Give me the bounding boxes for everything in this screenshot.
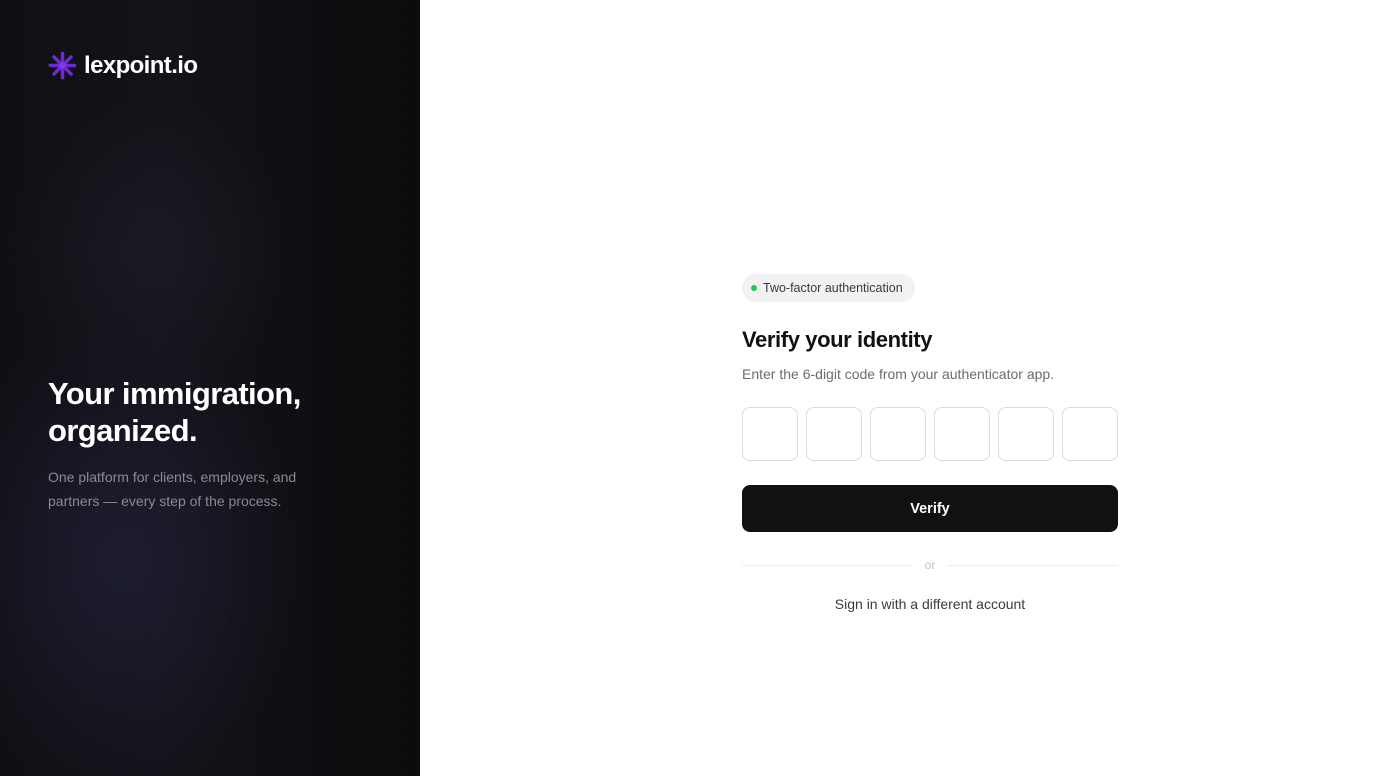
status-dot-icon [751, 285, 757, 291]
different-account-link[interactable]: Sign in with a different account [742, 596, 1118, 612]
page-title: Verify your identity [742, 327, 933, 352]
code-digit-2[interactable] [806, 407, 862, 461]
asterisk-logo-icon [48, 51, 77, 80]
code-digit-5[interactable] [998, 407, 1054, 461]
divider-line-right [947, 564, 1119, 566]
hero-subheadline: One platform for clients, employers, and… [48, 469, 297, 509]
code-digit-4[interactable] [934, 407, 990, 461]
badge-label: Two-factor authentication [763, 281, 903, 295]
code-input-group [742, 407, 1118, 461]
two-factor-badge: Two-factor authentication [742, 274, 915, 302]
code-digit-6[interactable] [1062, 407, 1118, 461]
brand-panel: lexpoint.io Your immigration, organized.… [0, 0, 420, 776]
hero-headline: Your immigration, organized. [48, 376, 301, 448]
divider-line-left [742, 564, 913, 566]
divider-label: or [924, 558, 936, 572]
code-digit-1[interactable] [742, 407, 798, 461]
login-page: lexpoint.io Your immigration, organized.… [0, 0, 1383, 776]
or-divider: or [742, 558, 1119, 572]
logo-text: lexpoint.io [84, 52, 198, 79]
verify-card: Two-factor authentication Verify your id… [742, 274, 1119, 612]
verify-button[interactable]: Verify [742, 485, 1118, 532]
logo: lexpoint.io [48, 51, 198, 80]
hero: Your immigration, organized. One platfor… [48, 375, 348, 513]
form-panel: Two-factor authentication Verify your id… [420, 0, 1383, 776]
page-subtitle: Enter the 6-digit code from your authent… [742, 366, 1055, 382]
code-digit-3[interactable] [870, 407, 926, 461]
